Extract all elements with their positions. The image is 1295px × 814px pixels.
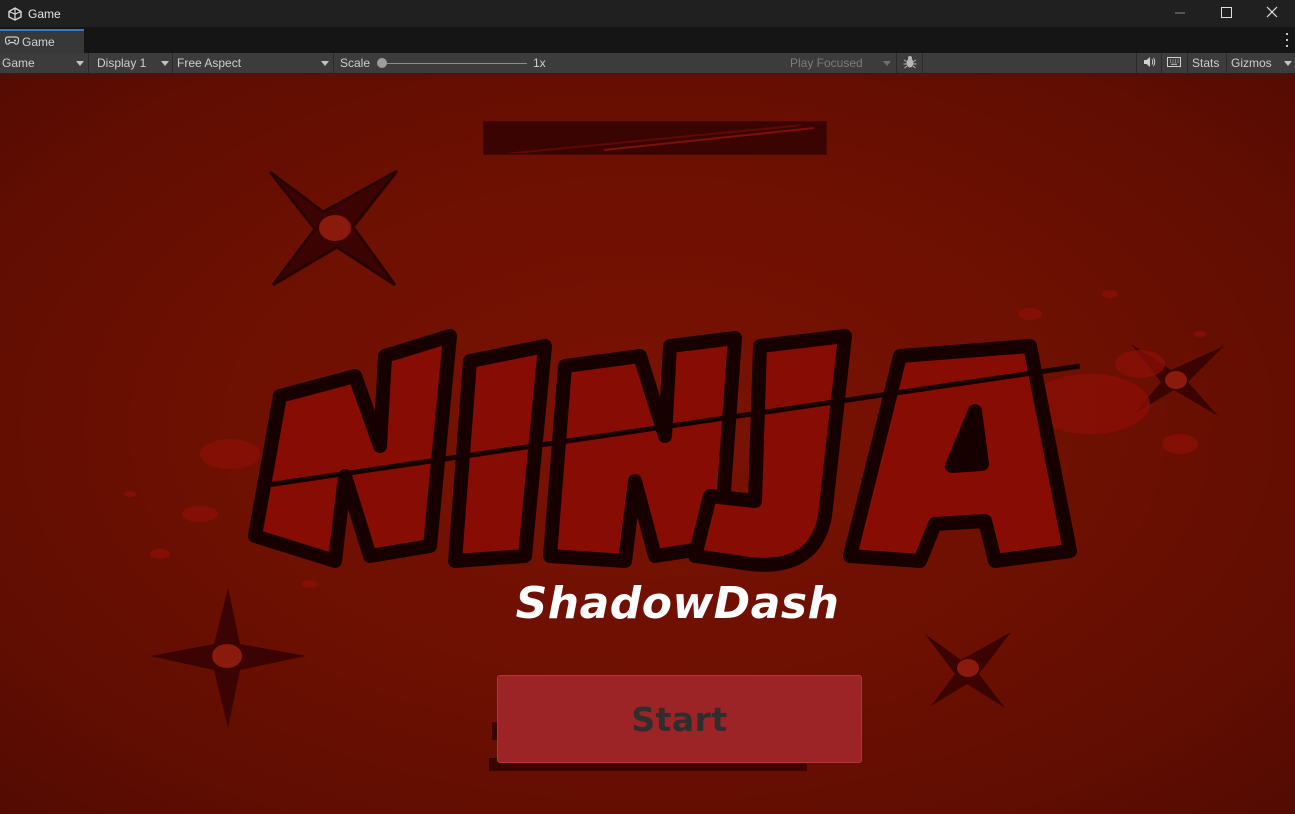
bug-icon [903,55,917,72]
divider [1187,53,1188,73]
chevron-down-icon [76,61,84,66]
game-subtitle: ShadowDash [515,578,840,629]
display-label: Display 1 [97,56,147,70]
chevron-down-icon [161,61,169,66]
display-dropdown[interactable]: Display 1 [97,53,171,73]
title-bar: Game [0,0,1295,27]
divider [333,53,334,73]
game-viewport[interactable]: ShadowDash Start [0,74,1295,814]
stats-label: Stats [1192,56,1220,70]
minimize-icon [1175,7,1185,21]
mute-audio-button[interactable] [1141,53,1157,73]
top-bar-graphic [483,121,827,155]
keyboard-shortcuts-button[interactable] [1166,53,1182,73]
debug-button[interactable] [901,53,919,73]
maximize-button[interactable] [1203,0,1249,27]
scale-value: 1x [533,56,546,70]
keyboard-icon [1167,56,1181,70]
tab-label: Game [22,35,55,49]
aspect-label: Free Aspect [177,56,242,70]
scale-slider-track[interactable] [382,63,527,64]
window-title: Game [28,6,61,21]
divider [1226,53,1227,73]
play-mode-label: Play Focused [790,56,863,70]
close-icon [1266,6,1278,21]
aspect-dropdown[interactable]: Free Aspect [177,53,331,73]
mode-label: Game [2,56,35,70]
ninja-logo [248,329,1081,572]
close-button[interactable] [1249,0,1295,27]
chevron-down-icon [321,61,329,66]
scale-slider-thumb[interactable] [377,58,387,68]
maximize-icon [1220,6,1232,21]
divider [172,53,173,73]
divider [88,53,89,73]
divider [1161,53,1162,73]
tab-game[interactable]: Game [0,29,84,53]
divider [896,53,897,73]
chevron-down-icon [883,61,891,66]
gizmos-label: Gizmos [1231,56,1272,70]
start-button[interactable]: Start [497,675,862,763]
more-options-icon[interactable] [1285,33,1289,47]
mode-dropdown[interactable]: Game [2,53,86,73]
divider [1136,53,1137,73]
shuriken-icon [925,632,1011,708]
play-mode-dropdown[interactable]: Play Focused [790,53,894,73]
game-view-toolbar: Game Display 1 Free Aspect Scale 1x Play… [0,53,1295,74]
gamepad-icon [4,35,20,49]
unity-icon [7,6,23,22]
scale-label: Scale [340,56,371,70]
divider [922,53,923,73]
speaker-icon [1143,56,1156,71]
minimize-button[interactable] [1157,0,1203,27]
stats-button[interactable]: Stats [1192,53,1219,73]
chevron-down-icon [1284,61,1292,66]
tab-strip: Game [0,27,1295,53]
gizmos-dropdown[interactable]: Gizmos [1231,53,1293,73]
